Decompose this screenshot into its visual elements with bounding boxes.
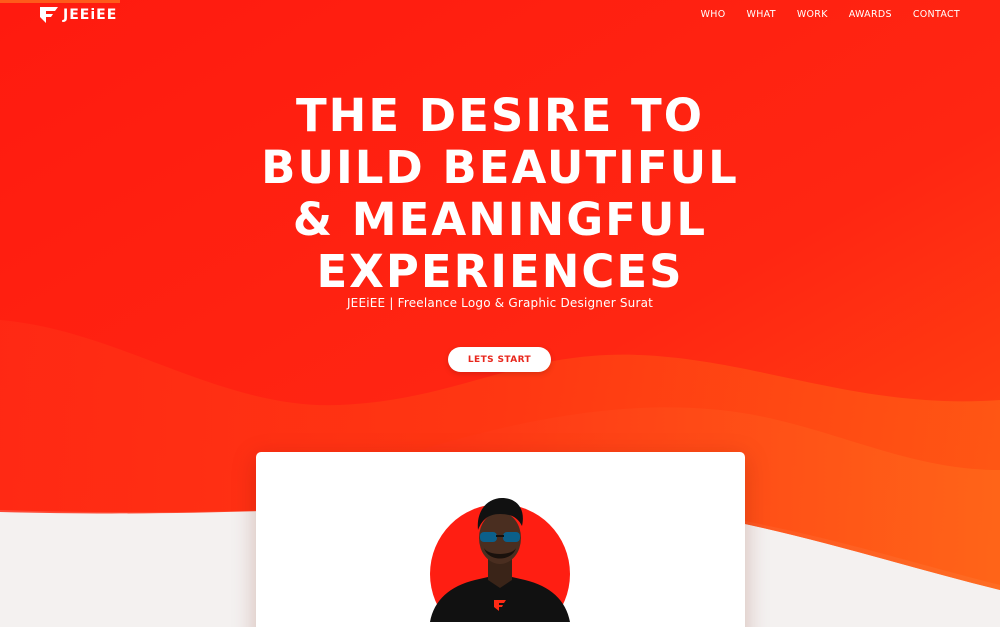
nav-link-contact[interactable]: CONTACT	[913, 9, 960, 20]
nav-link-work[interactable]: WORK	[797, 9, 828, 20]
headline-line-1: THE DESIRE TO	[295, 89, 705, 142]
nav-link-who[interactable]: WHO	[701, 9, 726, 20]
nav-link-awards[interactable]: AWARDS	[849, 9, 892, 20]
headline-line-4: EXPERIENCES	[316, 245, 684, 298]
page-progress-bar	[0, 0, 120, 3]
profile-card	[256, 452, 745, 627]
landing-page: JEEiEE WHO WHAT WORK AWARDS CONTACT THE …	[0, 0, 1000, 627]
hero-headline: THE DESIRE TO BUILD BEAUTIFUL & MEANINGF…	[0, 90, 1000, 298]
headline-line-2: BUILD BEAUTIFUL	[261, 141, 739, 194]
brand-logo[interactable]: JEEiEE	[38, 6, 117, 24]
main-nav: WHO WHAT WORK AWARDS CONTACT	[680, 9, 960, 20]
lets-start-button[interactable]: LETS START	[448, 347, 551, 372]
headline-line-3: & MEANINGFUL	[292, 193, 708, 246]
nav-link-what[interactable]: WHAT	[747, 9, 776, 20]
designer-portrait-icon	[430, 498, 570, 622]
logo-mark-icon	[40, 7, 58, 23]
logo-text: JEEiEE	[63, 7, 118, 23]
hero-subtitle: JEEiEE | Freelance Logo & Graphic Design…	[346, 296, 654, 310]
